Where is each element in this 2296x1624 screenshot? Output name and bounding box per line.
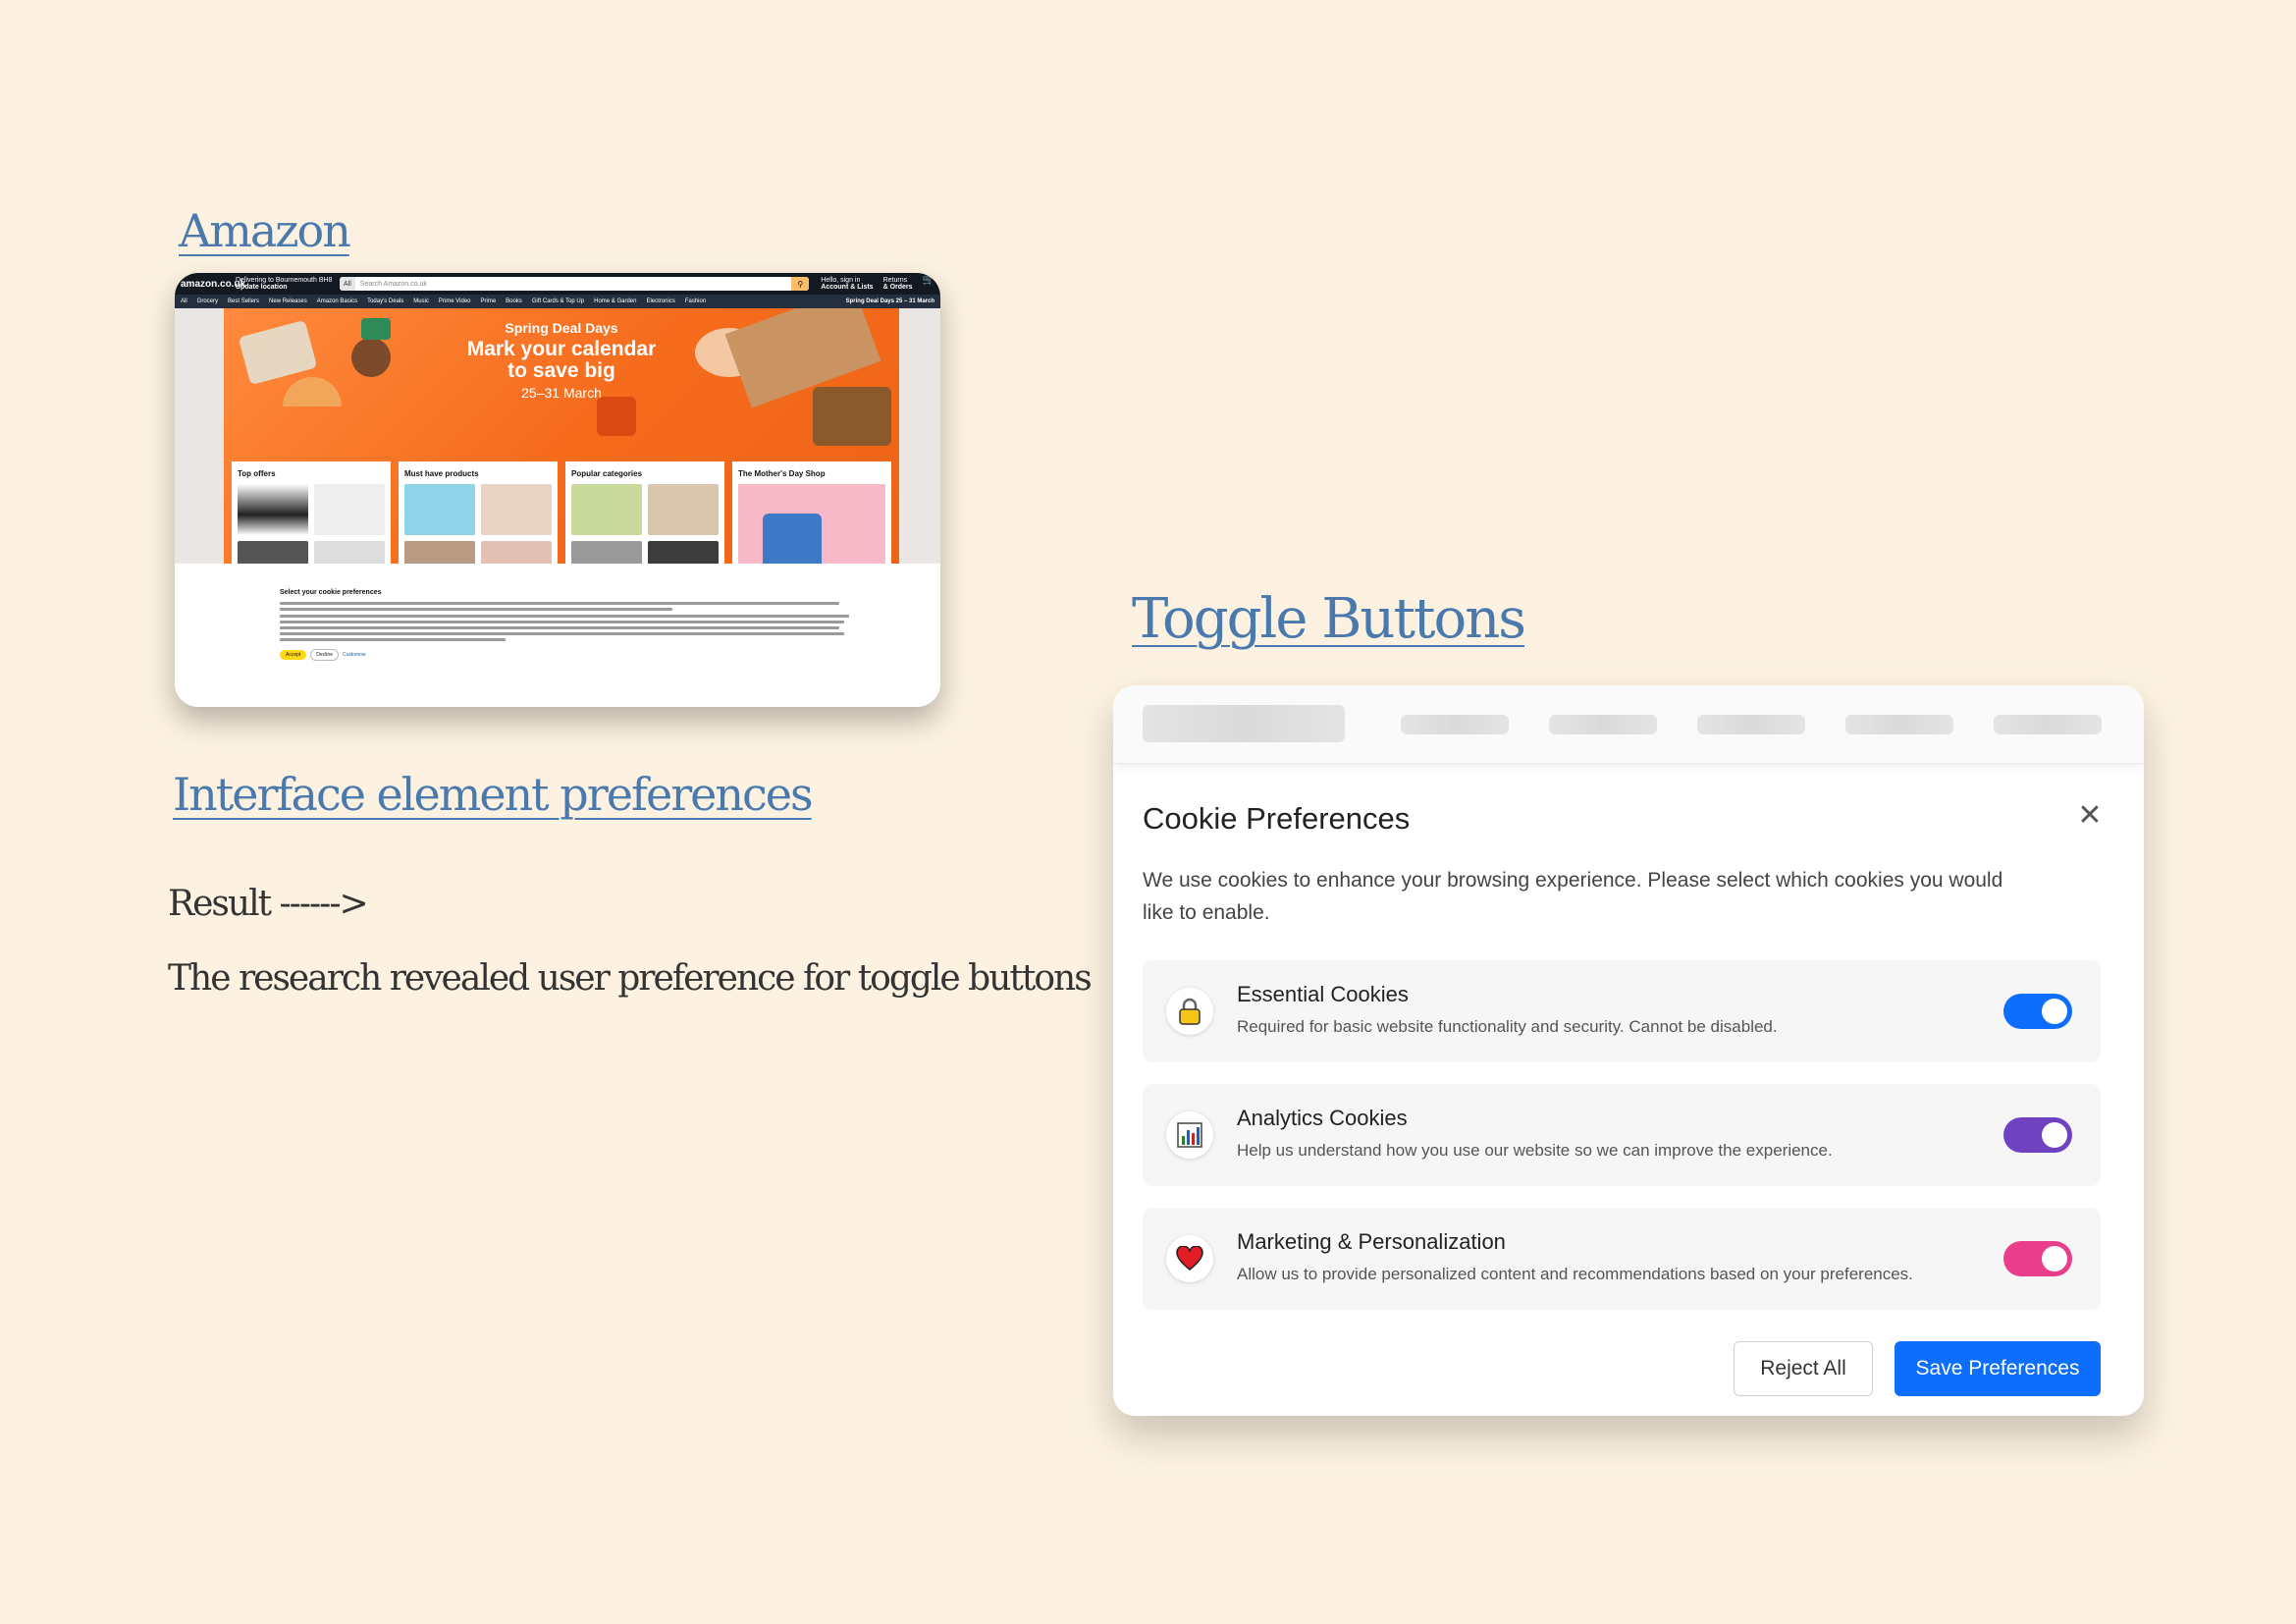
nav-item: Prime [480, 298, 497, 304]
amazon-hero: Spring Deal Days Mark your calendar to s… [175, 308, 940, 609]
analytics-cookies-toggle[interactable] [2003, 1117, 2072, 1153]
nav-item: Electronics [646, 298, 675, 304]
search-icon: ⚲ [791, 277, 810, 291]
amazon-account-area: Hello, sign in Account & Lists Returns & O… [815, 275, 934, 292]
nav-item: Grocery [196, 298, 219, 304]
cookie-option-name: Essential Cookies [1237, 982, 1409, 1006]
amazon-search-bar: All Search Amazon.co.uk ⚲ [340, 277, 810, 291]
amazon-cookie-title: Select your cookie preferences [280, 589, 382, 596]
nav-item: Prime Video [438, 298, 471, 304]
cookie-option-name: Analytics Cookies [1237, 1106, 1408, 1130]
cookie-option-analytics: Analytics Cookies Help us understand how… [1143, 1084, 2101, 1186]
nav-item: Best Sellers [228, 298, 260, 304]
banner-dates: 25–31 March [521, 385, 602, 401]
nav-item: Home & Garden [594, 298, 637, 304]
amazon-nav-bar: All Grocery Best Sellers New Releases Am… [175, 295, 940, 308]
heart-icon [1166, 1235, 1213, 1282]
research-finding: The research revealed user preference fo… [168, 958, 1093, 999]
cookie-option-name: Marketing & Personalization [1237, 1229, 1506, 1254]
nav-item: Today's Deals [367, 298, 404, 304]
amazon-heading[interactable]: Amazon [179, 204, 351, 257]
essential-cookies-toggle[interactable] [2003, 994, 2072, 1029]
nav-item: Gift Cards & Top Up [531, 298, 585, 304]
nav-item: Music [413, 298, 429, 304]
amazon-customise-link: Customise [342, 652, 366, 658]
bar-chart-icon [1166, 1111, 1213, 1159]
search-placeholder: Search Amazon.co.uk [359, 280, 427, 288]
result-label: Result ------> [168, 884, 369, 924]
orders-line-1: Returns [882, 277, 908, 284]
cookie-option-marketing: Marketing & Personalization Allow us to … [1143, 1208, 2101, 1310]
cart-icon: 🛒 [922, 275, 934, 286]
amazon-accept-button: Accept [280, 650, 307, 660]
banner-title: Spring Deal Days [505, 320, 618, 336]
toggle-knob [2042, 1246, 2067, 1272]
reject-all-button[interactable]: Reject All [1734, 1341, 1873, 1396]
nav-promo: Spring Deal Days 25 – 31 March [845, 298, 934, 304]
toggle-buttons-heading[interactable]: Toggle Buttons [1132, 587, 1526, 651]
interface-preferences-heading[interactable]: Interface element preferences [173, 768, 814, 821]
orders-line-2: & Orders [882, 284, 913, 291]
cookie-preferences-card: Cookie Preferences ✕ We use cookies to e… [1113, 685, 2144, 1416]
banner-headline-2: to save big [507, 359, 615, 382]
deliver-line-1: Delivering to Bournemouth BH8 [236, 277, 333, 284]
card-title: The Mother's Day Shop [738, 469, 826, 478]
account-line-1: Hello, sign in [821, 277, 861, 284]
close-icon[interactable]: ✕ [2075, 801, 2105, 831]
cookie-option-description: Required for basic website functionality… [1237, 1017, 1778, 1036]
skeleton-header [1113, 685, 2144, 764]
toggle-knob [2042, 999, 2067, 1024]
card-title: Top offers [238, 469, 276, 478]
dialog-description: We use cookies to enhance your browsing … [1143, 869, 2003, 924]
amazon-logo: amazon.co.uk [181, 278, 246, 290]
lock-icon [1166, 988, 1213, 1035]
toggle-knob [2042, 1122, 2067, 1148]
amazon-cookie-notice: Select your cookie preferences Accept De… [175, 564, 940, 707]
banner-headline-1: Mark your calendar [466, 338, 657, 360]
amazon-decline-button: Decline [310, 649, 339, 661]
dialog-title: Cookie Preferences [1143, 801, 1411, 836]
cookie-option-description: Help us understand how you use our websi… [1237, 1141, 1833, 1160]
search-scope: All [340, 277, 355, 291]
amazon-top-bar: amazon.co.uk Delivering to Bournemouth B… [175, 273, 940, 295]
nav-item: New Releases [269, 298, 307, 304]
cookie-option-description: Allow us to provide personalized content… [1237, 1265, 1913, 1283]
nav-item: Fashion [684, 298, 707, 304]
cookie-option-essential: Essential Cookies Required for basic web… [1143, 960, 2101, 1062]
nav-item: Books [506, 298, 522, 304]
delivery-location: Delivering to Bournemouth BH8 Update loc… [236, 277, 334, 291]
save-preferences-button[interactable]: Save Preferences [1895, 1341, 2101, 1396]
marketing-cookies-toggle[interactable] [2003, 1241, 2072, 1276]
deliver-line-2: Update location [236, 284, 288, 291]
account-line-2: Account & Lists [821, 284, 874, 291]
nav-item: Amazon Basics [316, 298, 358, 304]
card-title: Must have products [404, 469, 479, 478]
card-title: Popular categories [571, 469, 643, 478]
amazon-screenshot: amazon.co.uk Delivering to Bournemouth B… [175, 273, 940, 707]
nav-item: All [181, 298, 187, 304]
